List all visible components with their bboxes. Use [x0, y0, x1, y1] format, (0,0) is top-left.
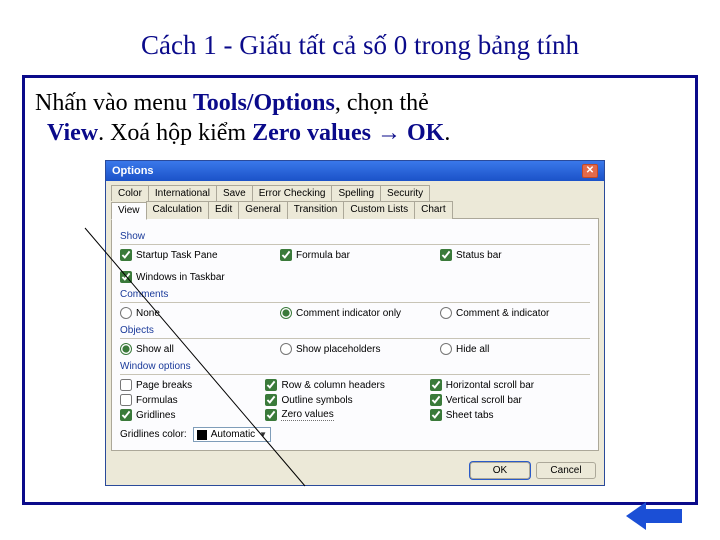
- tab-error-checking[interactable]: Error Checking: [252, 185, 333, 201]
- gridcolor-dropdown[interactable]: Automatic ▼: [193, 427, 271, 442]
- tab-custom-lists[interactable]: Custom Lists: [343, 201, 415, 219]
- check-hscroll[interactable]: Horizontal scroll bar: [430, 379, 590, 391]
- check-status-bar[interactable]: Status bar: [440, 249, 590, 261]
- tab-transition[interactable]: Transition: [287, 201, 345, 219]
- arrow-icon: →: [377, 120, 407, 146]
- tab-general[interactable]: General: [238, 201, 288, 219]
- check-vscroll[interactable]: Vertical scroll bar: [430, 394, 590, 406]
- color-swatch-icon: [197, 430, 207, 440]
- check-zero-values[interactable]: Zero values: [265, 409, 425, 421]
- ok-button[interactable]: OK: [470, 462, 530, 479]
- instruction-text: Nhấn vào menu Tools/Options, chọn thẻ Vi…: [33, 86, 687, 156]
- check-gridlines[interactable]: Gridlines: [120, 409, 261, 421]
- tab-save[interactable]: Save: [216, 185, 253, 201]
- section-objects: Objects: [120, 325, 590, 336]
- tab-calculation[interactable]: Calculation: [146, 201, 209, 219]
- chevron-down-icon: ▼: [259, 430, 267, 439]
- radio-objects-placeholders[interactable]: Show placeholders: [280, 343, 430, 355]
- tab-chart[interactable]: Chart: [414, 201, 452, 219]
- tab-spelling[interactable]: Spelling: [331, 185, 381, 201]
- dialog-body: Show Startup Task Pane Formula bar Statu…: [111, 218, 599, 451]
- radio-objects-showall[interactable]: Show all: [120, 343, 270, 355]
- tab-color[interactable]: Color: [111, 185, 149, 201]
- radio-objects-hideall[interactable]: Hide all: [440, 343, 590, 355]
- options-dialog: Options ✕ Color International Save Error…: [105, 160, 605, 486]
- section-window-options: Window options: [120, 361, 590, 372]
- check-sheet-tabs[interactable]: Sheet tabs: [430, 409, 590, 421]
- check-formula-bar[interactable]: Formula bar: [280, 249, 430, 261]
- check-formulas[interactable]: Formulas: [120, 394, 261, 406]
- tab-security[interactable]: Security: [380, 185, 430, 201]
- check-outline-symbols[interactable]: Outline symbols: [265, 394, 425, 406]
- slide-title: Cách 1 - Giấu tất cả số 0 trong bảng tín…: [0, 0, 720, 75]
- tabs-container: Color International Save Error Checking …: [106, 181, 604, 218]
- close-icon[interactable]: ✕: [582, 164, 598, 178]
- section-show: Show: [120, 231, 590, 242]
- check-page-breaks[interactable]: Page breaks: [120, 379, 261, 391]
- check-startup-task-pane[interactable]: Startup Task Pane: [120, 249, 270, 261]
- dialog-titlebar: Options ✕: [106, 161, 604, 181]
- radio-comments-none[interactable]: None: [120, 307, 270, 319]
- back-arrow-icon[interactable]: [626, 502, 682, 530]
- cancel-button[interactable]: Cancel: [536, 462, 596, 479]
- gridcolor-label: Gridlines color:: [120, 429, 187, 440]
- section-comments: Comments: [120, 289, 590, 300]
- radio-comments-indicator[interactable]: Comment indicator only: [280, 307, 430, 319]
- dialog-button-bar: OK Cancel: [106, 456, 604, 485]
- check-windows-in-taskbar[interactable]: Windows in Taskbar: [120, 271, 590, 283]
- tab-edit[interactable]: Edit: [208, 201, 239, 219]
- dialog-title: Options: [112, 165, 154, 177]
- tab-international[interactable]: International: [148, 185, 217, 201]
- tab-view[interactable]: View: [111, 202, 147, 220]
- slide-content: Nhấn vào menu Tools/Options, chọn thẻ Vi…: [22, 75, 698, 505]
- radio-comments-full[interactable]: Comment & indicator: [440, 307, 590, 319]
- check-row-column-headers[interactable]: Row & column headers: [265, 379, 425, 391]
